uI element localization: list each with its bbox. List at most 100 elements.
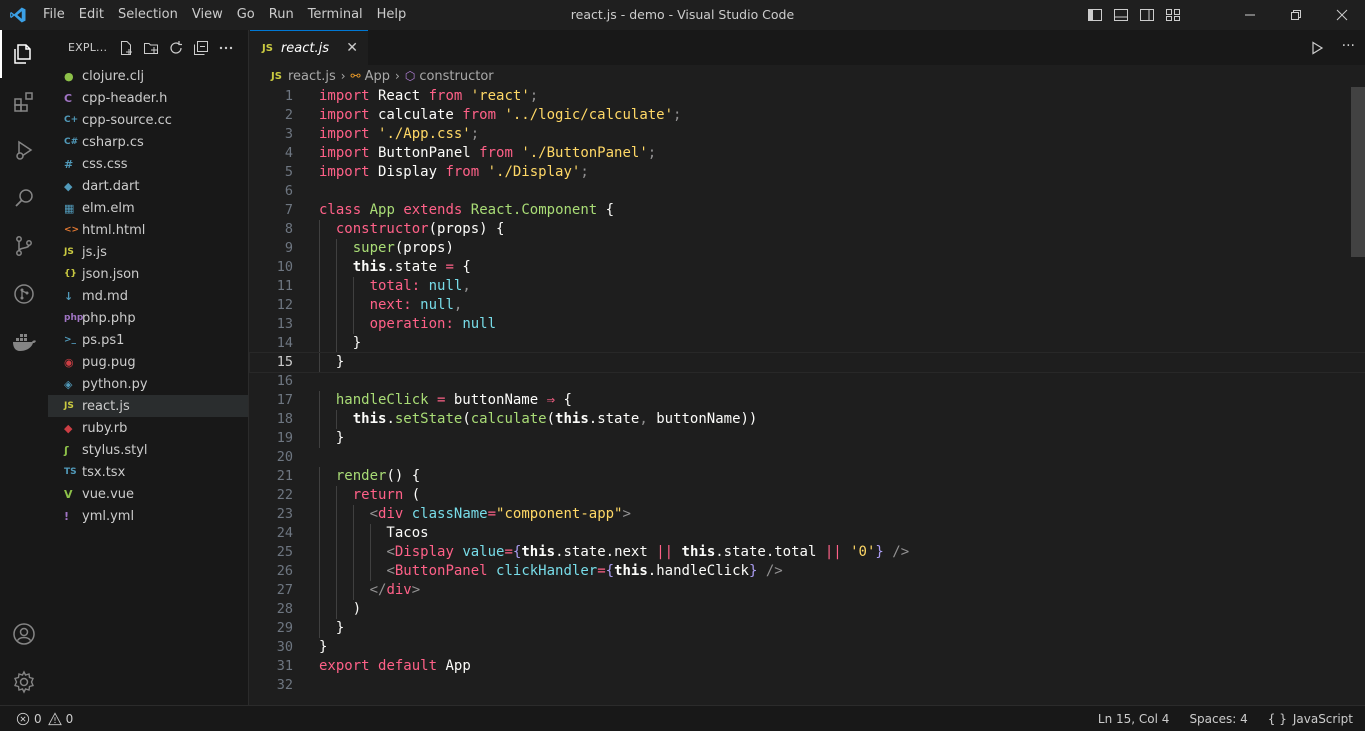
code-line[interactable]: 29 } bbox=[250, 619, 1365, 638]
explorer-icon[interactable] bbox=[0, 30, 48, 78]
file-item-json-json[interactable]: {} json.json bbox=[48, 263, 248, 285]
indentation[interactable]: Spaces: 4 bbox=[1189, 712, 1247, 726]
code-line[interactable]: 15 } bbox=[249, 352, 1365, 373]
menu-go[interactable]: Go bbox=[230, 0, 262, 30]
file-item-html-html[interactable]: <> html.html bbox=[48, 219, 248, 241]
menu-view[interactable]: View bbox=[185, 0, 230, 30]
code-line[interactable]: 28 ) bbox=[250, 600, 1365, 619]
code-token: 'react' bbox=[470, 88, 530, 104]
code-token: } bbox=[875, 544, 884, 560]
tab-react-js[interactable]: JS react.js ✕ bbox=[250, 30, 368, 65]
code-line[interactable]: 25 <Display value={this.state.next || th… bbox=[250, 543, 1365, 562]
search-icon[interactable] bbox=[0, 174, 48, 222]
file-item-css-css[interactable]: # css.css bbox=[48, 153, 248, 175]
minimize-button[interactable] bbox=[1227, 0, 1273, 30]
scrollbar-thumb[interactable] bbox=[1351, 87, 1365, 257]
menu-file[interactable]: File bbox=[36, 0, 72, 30]
code-line[interactable]: 20 bbox=[250, 448, 1365, 467]
more-actions-icon[interactable] bbox=[218, 40, 234, 56]
code-line[interactable]: 24 Tacos bbox=[250, 524, 1365, 543]
accounts-icon[interactable] bbox=[0, 610, 48, 658]
toggle-panel-icon[interactable] bbox=[1113, 7, 1129, 23]
code-line[interactable]: 13 operation: null bbox=[250, 315, 1365, 334]
code-line[interactable]: 22 return ( bbox=[250, 486, 1365, 505]
code-line[interactable]: 11 total: null, bbox=[250, 277, 1365, 296]
file-item-ps-ps1[interactable]: >_ ps.ps1 bbox=[48, 329, 248, 351]
menu-terminal[interactable]: Terminal bbox=[301, 0, 370, 30]
code-line[interactable]: 1 import React from 'react'; bbox=[250, 87, 1365, 106]
file-item-yml-yml[interactable]: ! yml.yml bbox=[48, 505, 248, 527]
restore-button[interactable] bbox=[1273, 0, 1319, 30]
code-line[interactable]: 6 bbox=[250, 182, 1365, 201]
close-tab-icon[interactable]: ✕ bbox=[346, 40, 358, 56]
menu-help[interactable]: Help bbox=[370, 0, 414, 30]
refresh-icon[interactable] bbox=[168, 40, 184, 56]
menu-selection[interactable]: Selection bbox=[111, 0, 185, 30]
new-file-icon[interactable] bbox=[118, 40, 134, 56]
code-line[interactable]: 7 class App extends React.Component { bbox=[250, 201, 1365, 220]
source-control-icon[interactable] bbox=[0, 222, 48, 270]
code-line[interactable]: 8 constructor(props) { bbox=[250, 220, 1365, 239]
code-line[interactable]: 3 import './App.css'; bbox=[250, 125, 1365, 144]
settings-gear-icon[interactable] bbox=[0, 658, 48, 706]
cursor-position[interactable]: Ln 15, Col 4 bbox=[1098, 712, 1170, 726]
problems-indicator[interactable]: 0 0 bbox=[0, 712, 73, 726]
file-item-ruby-rb[interactable]: ◆ ruby.rb bbox=[48, 417, 248, 439]
code-line[interactable]: 5 import Display from './Display'; bbox=[250, 163, 1365, 182]
file-item-md-md[interactable]: ↓ md.md bbox=[48, 285, 248, 307]
file-item-vue-vue[interactable]: Vvue.vue bbox=[48, 483, 248, 505]
vertical-scrollbar[interactable] bbox=[1351, 87, 1365, 705]
code-line[interactable]: 19 } bbox=[250, 429, 1365, 448]
docker-icon[interactable] bbox=[0, 318, 48, 366]
code-editor[interactable]: 1 import React from 'react'; 2 import calcu… bbox=[249, 87, 1365, 705]
customize-layout-icon[interactable] bbox=[1165, 7, 1181, 23]
file-item-php-php[interactable]: php php.php bbox=[48, 307, 248, 329]
breadcrumb-class[interactable]: App bbox=[365, 69, 390, 84]
file-item-python-py[interactable]: ◈ python.py bbox=[48, 373, 248, 395]
code-line[interactable]: 4 import ButtonPanel from './ButtonPanel'… bbox=[250, 144, 1365, 163]
collapse-all-icon[interactable] bbox=[193, 40, 209, 56]
language-mode[interactable]: { } JavaScript bbox=[1268, 712, 1353, 726]
file-item-js-js[interactable]: JS js.js bbox=[48, 241, 248, 263]
code-line[interactable]: 16 bbox=[250, 372, 1365, 391]
file-item-elm-elm[interactable]: ▦ elm.elm bbox=[48, 197, 248, 219]
code-line[interactable]: 12 next: null, bbox=[250, 296, 1365, 315]
toggle-secondary-sidebar-icon[interactable] bbox=[1139, 7, 1155, 23]
file-item-stylus-styl[interactable]: ʃ stylus.styl bbox=[48, 439, 248, 461]
file-item-dart-dart[interactable]: ◆ dart.dart bbox=[48, 175, 248, 197]
file-item-pug-pug[interactable]: ◉ pug.pug bbox=[48, 351, 248, 373]
new-folder-icon[interactable] bbox=[143, 40, 159, 56]
code-line[interactable]: 18 this.setState(calculate(this.state, b… bbox=[250, 410, 1365, 429]
file-item-cpp-source-cc[interactable]: C+ cpp-source.cc bbox=[48, 109, 248, 131]
code-line[interactable]: 30} bbox=[250, 638, 1365, 657]
breadcrumb-method[interactable]: constructor bbox=[419, 69, 493, 84]
editor-more-actions-icon[interactable]: ··· bbox=[1342, 38, 1355, 54]
git-graph-icon[interactable] bbox=[0, 270, 48, 318]
code-line[interactable]: 32 bbox=[250, 676, 1365, 695]
menu-edit[interactable]: Edit bbox=[72, 0, 111, 30]
file-item-clojure-clj[interactable]: ● clojure.clj bbox=[48, 65, 248, 87]
code-line[interactable]: 2 import calculate from '../logic/calcula… bbox=[250, 106, 1365, 125]
code-line[interactable]: 10 this.state = { bbox=[250, 258, 1365, 277]
code-line[interactable]: 17 handleClick = buttonName ⇒ { bbox=[250, 391, 1365, 410]
breadcrumb-file[interactable]: react.js bbox=[288, 69, 336, 84]
toggle-primary-sidebar-icon[interactable] bbox=[1087, 7, 1103, 23]
code-token: "component-app" bbox=[496, 506, 623, 522]
code-line[interactable]: 26 <ButtonPanel clickHandler={this.handl… bbox=[250, 562, 1365, 581]
run-debug-icon[interactable] bbox=[0, 126, 48, 174]
code-line[interactable]: 14 } bbox=[250, 334, 1365, 353]
code-line[interactable]: 21 render() { bbox=[250, 467, 1365, 486]
file-item-cpp-header-h[interactable]: Ccpp-header.h bbox=[48, 87, 248, 109]
run-file-icon[interactable] bbox=[1309, 40, 1325, 56]
menu-run[interactable]: Run bbox=[262, 0, 301, 30]
file-item-csharp-cs[interactable]: C# csharp.cs bbox=[48, 131, 248, 153]
code-line[interactable]: 9 super(props) bbox=[250, 239, 1365, 258]
file-item-tsx-tsx[interactable]: TS tsx.tsx bbox=[48, 461, 248, 483]
file-item-react-js[interactable]: JS react.js bbox=[48, 395, 248, 417]
code-line[interactable]: 27 </div> bbox=[250, 581, 1365, 600]
extensions-icon[interactable] bbox=[0, 78, 48, 126]
close-window-button[interactable] bbox=[1319, 0, 1365, 30]
code-line[interactable]: 31 export default App bbox=[250, 657, 1365, 676]
code-token: null bbox=[428, 278, 463, 294]
code-line[interactable]: 23 <div className="component-app"> bbox=[250, 505, 1365, 524]
